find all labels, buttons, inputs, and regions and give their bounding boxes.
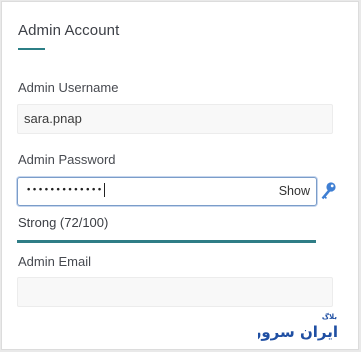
section-title-underline xyxy=(18,48,45,50)
iranserver-blog-watermark: بلاگ ایران سرور xyxy=(258,312,338,341)
section-title: Admin Account xyxy=(18,22,120,39)
admin-username-label: Admin Username xyxy=(18,80,119,95)
watermark-small-text: بلاگ xyxy=(322,312,337,321)
text-caret xyxy=(103,183,105,197)
password-masked-text: ••••••••••••• xyxy=(26,183,105,198)
key-icon[interactable] xyxy=(319,181,337,201)
password-strength-bar xyxy=(17,240,316,243)
watermark-main-text: ایران سرور xyxy=(258,323,338,341)
admin-password-field[interactable]: ••••••••••••• Show xyxy=(17,177,317,206)
admin-email-field[interactable] xyxy=(17,277,333,307)
password-strength-label: Strong (72/100) xyxy=(18,215,109,230)
password-strength-fill xyxy=(17,240,316,243)
show-password-button[interactable]: Show xyxy=(279,184,310,198)
admin-email-label: Admin Email xyxy=(18,254,91,269)
admin-account-panel: Admin Account Admin Username sara.pnap A… xyxy=(1,1,359,350)
admin-password-label: Admin Password xyxy=(18,152,116,167)
admin-username-field[interactable]: sara.pnap xyxy=(17,104,333,134)
